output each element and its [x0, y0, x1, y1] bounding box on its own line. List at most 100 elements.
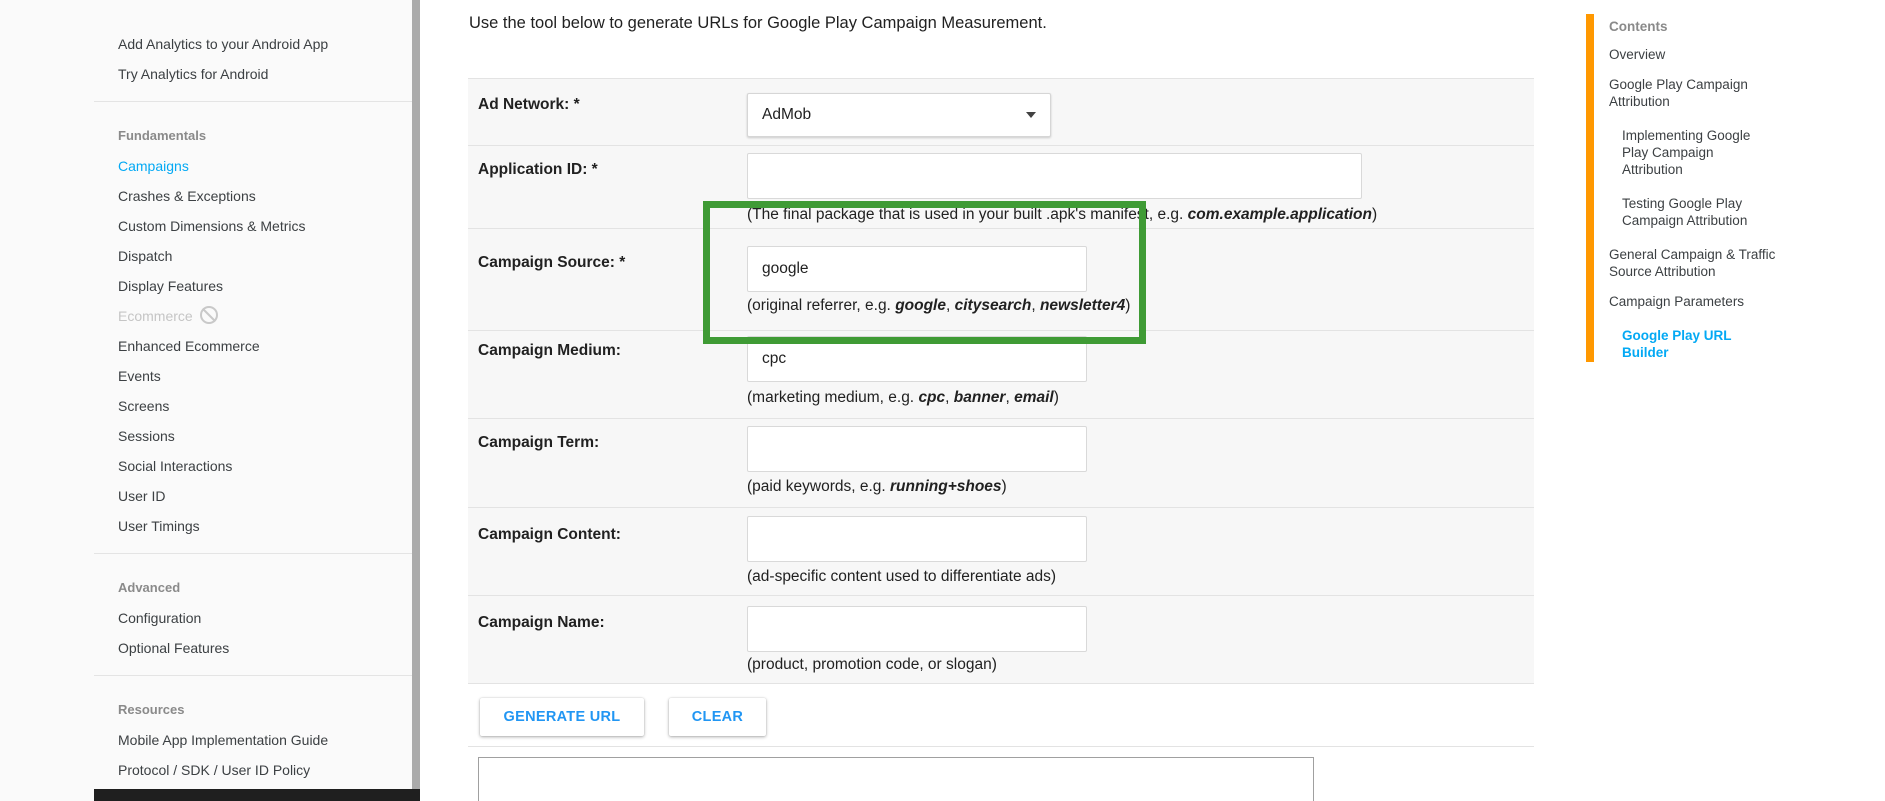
sidebar-item-label: Mobile App Implementation Guide — [118, 732, 329, 748]
contents-item-implementing-google-play-campaign-attribution[interactable]: Implementing Google Play Campaign Attrib… — [1622, 127, 1774, 178]
sidebar-divider — [94, 101, 412, 102]
sidebar-item-social-interactions[interactable]: Social Interactions — [0, 451, 412, 481]
sidebar-item-campaigns[interactable]: Campaigns — [0, 151, 412, 181]
field-label-campaign-name: Campaign Name: — [478, 614, 605, 631]
form-rows: Ad Network: * AdMob Application ID: * (The … — [468, 79, 1534, 684]
hint-text: (product, promotion code, or slogan) — [747, 656, 997, 673]
field-hint-campaign-term: (paid keywords, e.g. running+shoes) — [747, 478, 1007, 496]
hint-text: , — [945, 389, 954, 406]
sidebar-item-label: Custom Dimensions & Metrics — [118, 218, 306, 234]
sidebar-item-label: Dispatch — [118, 248, 173, 264]
hint-example-text: cpc — [918, 389, 946, 406]
sidebar-item-label: Social Interactions — [118, 458, 233, 474]
sidebar-item-crashes-exceptions[interactable]: Crashes & Exceptions — [0, 181, 412, 211]
campaign-medium-input[interactable] — [747, 336, 1087, 382]
hint-example-text: running+shoes — [890, 478, 1002, 495]
sidebar-item-custom-dimensions-metrics[interactable]: Custom Dimensions & Metrics — [0, 211, 412, 241]
field-hint-campaign-name: (product, promotion code, or slogan) — [747, 656, 997, 674]
hint-example-text: email — [1014, 389, 1054, 406]
field-label-ad-network: Ad Network: * — [478, 96, 580, 113]
sidebar-item-label: Protocol / SDK / User ID Policy — [118, 762, 311, 778]
sidebar-item-ecommerce: Ecommerce — [0, 301, 412, 331]
form-row-campaign-term: Campaign Term: (paid keywords, e.g. runni… — [468, 419, 1534, 508]
sidebar-item-dispatch[interactable]: Dispatch — [0, 241, 412, 271]
sidebar-item-user-timings[interactable]: User Timings — [0, 511, 412, 541]
contents-item-overview[interactable]: Overview — [1609, 46, 1781, 63]
hint-text: ) — [1125, 297, 1131, 314]
form-row-campaign-name: Campaign Name: (product, promotion code, … — [468, 596, 1534, 684]
campaign-source-input[interactable] — [747, 246, 1087, 292]
ad-network-select[interactable]: AdMob — [747, 93, 1051, 137]
form-row-campaign-medium: Campaign Medium: (marketing medium, e.g. … — [468, 331, 1534, 419]
url-builder-form: Ad Network: * AdMob Application ID: * (The … — [468, 78, 1534, 747]
hint-example-text: com.example.application — [1187, 206, 1372, 223]
hint-text: , — [1031, 297, 1040, 314]
hint-example-text: banner — [953, 389, 1006, 406]
form-row-ad-network: Ad Network: * AdMob — [468, 79, 1534, 146]
field-label-application-id: Application ID: * — [478, 161, 598, 178]
sidebar-item-label: Display Features — [118, 278, 224, 294]
sidebar-item-label: User Timings — [118, 518, 200, 534]
sidebar-item-label: Crashes & Exceptions — [118, 188, 256, 204]
generate-url-button[interactable]: GENERATE URL — [480, 698, 644, 736]
contents-item-google-play-campaign-attribution[interactable]: Google Play Campaign Attribution — [1609, 76, 1781, 110]
hint-text: , — [946, 297, 955, 314]
sidebar-item-label: Enhanced Ecommerce — [118, 338, 260, 354]
contents-item-testing-google-play-campaign-attribution[interactable]: Testing Google Play Campaign Attribution — [1622, 195, 1774, 229]
hint-text: (original referrer, e.g. — [747, 297, 896, 314]
sidebar-item-enhanced-ecommerce[interactable]: Enhanced Ecommerce — [0, 331, 412, 361]
intro-text: Use the tool below to generate URLs for … — [469, 14, 1047, 32]
hint-example-text: google — [895, 297, 946, 314]
sidebar-nav: Add Analytics to your Android App Try Ana… — [0, 0, 412, 785]
contents-heading: Contents — [1609, 19, 1668, 34]
contents-item-campaign-parameters[interactable]: Campaign Parameters — [1609, 293, 1781, 310]
form-row-campaign-source: Campaign Source: * (original referrer, e.… — [468, 229, 1534, 331]
page: Add Analytics to your Android App Try Ana… — [0, 0, 1885, 801]
field-hint-campaign-content: (ad-specific content used to differentia… — [747, 568, 1056, 586]
sidebar-item-optional-features[interactable]: Optional Features — [0, 633, 412, 663]
sidebar-item-events[interactable]: Events — [0, 361, 412, 391]
contents-list: Contents Overview Google Play Campaign At… — [1609, 18, 1794, 378]
sidebar-item-mobile-app-implementation-guide[interactable]: Mobile App Implementation Guide — [0, 725, 412, 755]
sidebar-item-sessions[interactable]: Sessions — [0, 421, 412, 451]
application-id-input[interactable] — [747, 153, 1362, 199]
field-hint-campaign-source: (original referrer, e.g. google, citysea… — [747, 297, 1130, 315]
campaign-content-input[interactable] — [747, 516, 1087, 562]
sidebar-item-configuration[interactable]: Configuration — [0, 603, 412, 633]
sidebar-item-label: Sessions — [118, 428, 175, 444]
sidebar-item-label: Screens — [118, 398, 170, 414]
sidebar-item-label: Events — [118, 368, 161, 384]
sidebar-section-header-resources: Resources — [118, 702, 185, 717]
form-buttons-row: GENERATE URL CLEAR — [468, 684, 1534, 747]
contents-orange-bar — [1586, 14, 1594, 362]
ad-network-selected-value: AdMob — [762, 106, 812, 123]
sidebar-item-screens[interactable]: Screens — [0, 391, 412, 421]
form-row-application-id: Application ID: * (The final package that… — [468, 146, 1534, 229]
sidebar-scrollbar[interactable] — [412, 0, 420, 789]
sidebar-section-header-advanced: Advanced — [118, 580, 181, 595]
sidebar-item-try-analytics-for-android[interactable]: Try Analytics for Android — [0, 59, 412, 89]
sidebar-item-display-features[interactable]: Display Features — [0, 271, 412, 301]
clear-button[interactable]: CLEAR — [669, 698, 766, 736]
campaign-term-input[interactable] — [747, 426, 1087, 472]
sidebar-item-user-id[interactable]: User ID — [0, 481, 412, 511]
sidebar-item-label: Optional Features — [118, 640, 230, 656]
hint-text: , — [1005, 389, 1015, 406]
field-label-campaign-term: Campaign Term: — [478, 434, 600, 451]
campaign-name-input[interactable] — [747, 606, 1087, 652]
sidebar-item-label: Try Analytics for Android — [118, 66, 269, 82]
hint-text: (The final package that is used in your … — [747, 206, 1188, 223]
field-label-campaign-content: Campaign Content: — [478, 526, 621, 543]
generated-url-output[interactable] — [478, 757, 1314, 801]
contents-item-google-play-url-builder[interactable]: Google Play URL Builder — [1622, 327, 1774, 361]
field-hint-application-id: (The final package that is used in your … — [747, 206, 1377, 224]
sidebar-item-label: Configuration — [118, 610, 202, 626]
hint-text: ) — [1001, 478, 1007, 495]
sidebar-item-add-analytics-to-your-android-app[interactable]: Add Analytics to your Android App — [0, 29, 412, 59]
sidebar-item-label: User ID — [118, 488, 166, 504]
form-row-campaign-content: Campaign Content: (ad-specific content us… — [468, 508, 1534, 596]
sidebar-item-protocol-sdk-user-id-policy[interactable]: Protocol / SDK / User ID Policy — [0, 755, 412, 785]
hint-text: ) — [1053, 389, 1059, 406]
field-hint-campaign-medium: (marketing medium, e.g. cpc, banner, ema… — [747, 389, 1059, 407]
contents-item-general-campaign-traffic-source-attribution[interactable]: General Campaign & Traffic Source Attrib… — [1609, 246, 1781, 280]
